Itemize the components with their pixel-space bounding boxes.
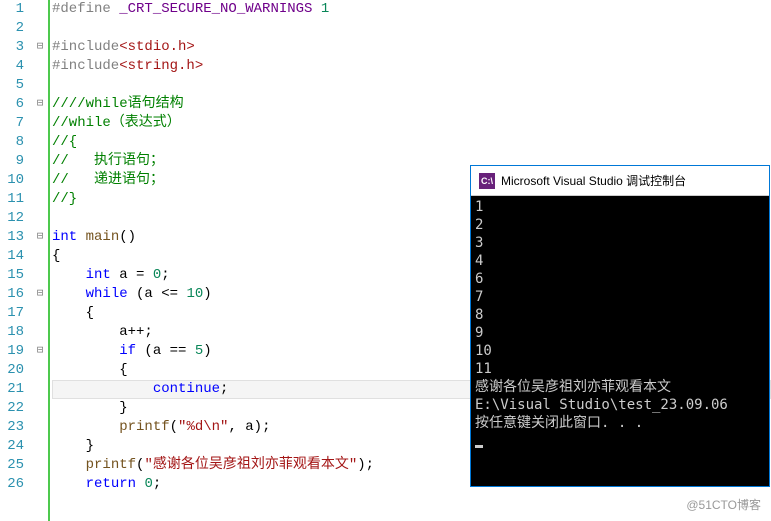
line-number: 2 [0,19,24,38]
fold-toggle[interactable]: ⊟ [32,285,48,304]
fold-toggle [32,0,48,19]
code-line[interactable]: #include<string.h> [52,57,771,76]
fold-toggle [32,247,48,266]
fold-toggle[interactable]: ⊟ [32,38,48,57]
line-number: 3 [0,38,24,57]
line-number: 6 [0,95,24,114]
line-number: 20 [0,361,24,380]
line-number: 26 [0,475,24,494]
fold-toggle [32,190,48,209]
fold-toggle [32,57,48,76]
line-number: 9 [0,152,24,171]
fold-toggle [32,418,48,437]
line-number: 17 [0,304,24,323]
fold-toggle [32,114,48,133]
line-number: 25 [0,456,24,475]
fold-toggle [32,475,48,494]
code-line[interactable]: ////while语句结构 [52,95,771,114]
console-icon: C:\ [479,173,495,189]
line-number: 10 [0,171,24,190]
line-number: 19 [0,342,24,361]
debug-console-window: C:\ Microsoft Visual Studio 调试控制台 1 2 3 … [470,165,770,487]
fold-toggle[interactable]: ⊟ [32,342,48,361]
fold-toggle [32,76,48,95]
cursor-block [475,445,483,448]
fold-toggle [32,399,48,418]
fold-toggle [32,456,48,475]
fold-toggle [32,152,48,171]
fold-toggle [32,19,48,38]
code-line[interactable]: //{ [52,133,771,152]
code-line[interactable]: #define _CRT_SECURE_NO_WARNINGS 1 [52,0,771,19]
fold-toggle [32,171,48,190]
line-number: 8 [0,133,24,152]
watermark: @51CTO博客 [686,496,761,513]
fold-toggle[interactable]: ⊟ [32,228,48,247]
line-number: 24 [0,437,24,456]
console-titlebar[interactable]: C:\ Microsoft Visual Studio 调试控制台 [471,166,769,196]
line-number: 15 [0,266,24,285]
line-number: 13 [0,228,24,247]
line-number: 21 [0,380,24,399]
console-output[interactable]: 1 2 3 4 6 7 8 9 10 11 感谢各位吴彦祖刘亦菲观看本文 E:\… [471,196,769,486]
fold-toggle [32,304,48,323]
line-number: 16 [0,285,24,304]
fold-toggle [32,437,48,456]
line-number: 22 [0,399,24,418]
line-number: 5 [0,76,24,95]
code-line[interactable]: //while（表达式） [52,114,771,133]
line-number: 12 [0,209,24,228]
line-number: 11 [0,190,24,209]
fold-column: ⊟ ⊟ ⊟ ⊟ ⊟ [32,0,48,521]
fold-toggle [32,266,48,285]
line-number: 23 [0,418,24,437]
line-number: 18 [0,323,24,342]
line-number: 14 [0,247,24,266]
line-number: 7 [0,114,24,133]
console-title-text: Microsoft Visual Studio 调试控制台 [501,172,686,189]
fold-toggle [32,361,48,380]
line-number: 4 [0,57,24,76]
fold-toggle [32,323,48,342]
code-line[interactable] [52,76,771,95]
fold-toggle [32,380,48,399]
code-line[interactable]: #include<stdio.h> [52,38,771,57]
line-number: 1 [0,0,24,19]
code-line[interactable] [52,19,771,38]
fold-toggle [32,209,48,228]
fold-toggle[interactable]: ⊟ [32,95,48,114]
line-number-gutter: 1234567891011121314151617181920212223242… [0,0,32,521]
fold-toggle [32,133,48,152]
